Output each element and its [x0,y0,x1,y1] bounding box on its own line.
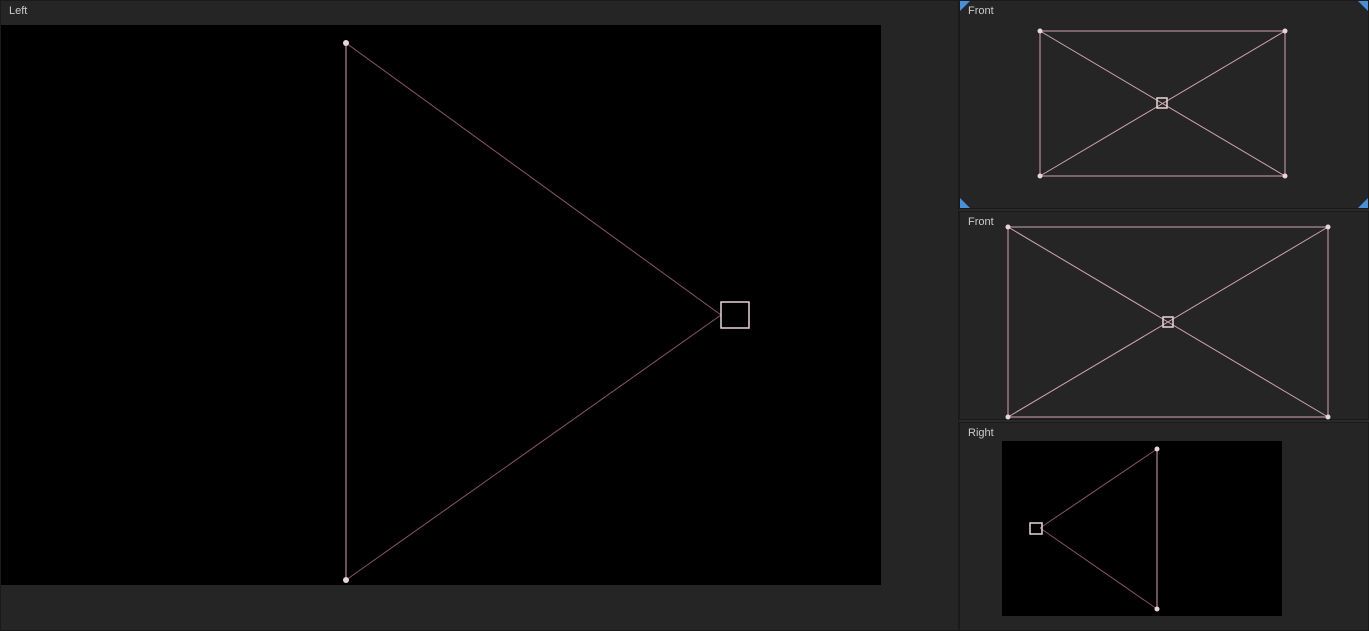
wireframe-front-1 [960,1,1369,211]
viewport-panel-front-1[interactable]: Front [959,0,1369,209]
viewport-panel-front-2[interactable]: Front [959,211,1369,420]
viewport-panel-left[interactable]: Left [0,0,959,631]
side-panels-container: Front Front [959,0,1369,631]
wireframe-right [1002,441,1282,616]
wireframe-front-2 [960,212,1369,422]
viewport-panel-right[interactable]: Right [959,422,1369,631]
viewport-label-right: Right [968,427,994,439]
viewport-left[interactable] [1,25,881,585]
viewport-label-front-1: Front [968,5,994,17]
viewport-right[interactable] [1002,441,1282,616]
viewport-label-left: Left [9,5,27,17]
wireframe-left [1,25,881,585]
viewport-label-front-2: Front [968,216,994,228]
